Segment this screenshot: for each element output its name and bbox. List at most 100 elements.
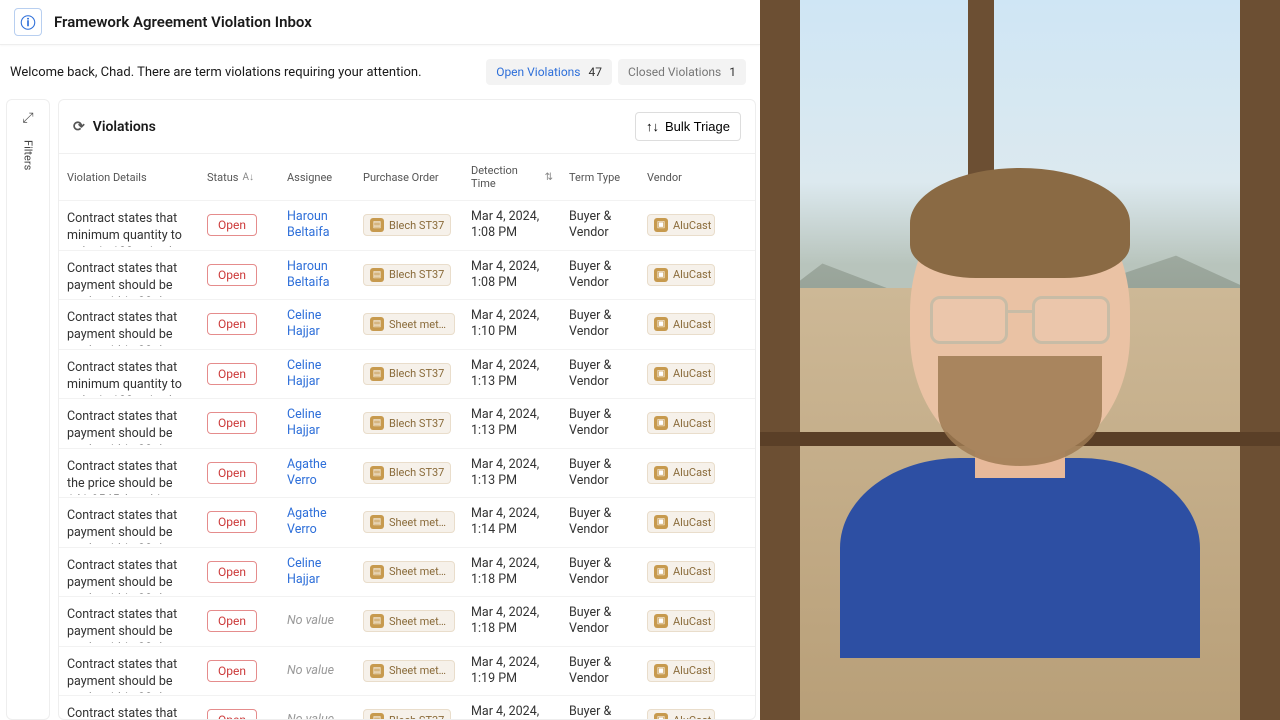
header-bar: ⓘ Framework Agreement Violation Inbox (0, 0, 760, 45)
vendor-chip[interactable]: ▣AluCast (647, 610, 715, 632)
status-badge[interactable]: Open (207, 660, 257, 682)
webcam-panel (760, 0, 1280, 720)
status-badge[interactable]: Open (207, 214, 257, 236)
document-icon: ▤ (370, 664, 384, 678)
col-po[interactable]: Purchase Order (355, 161, 463, 194)
vendor-icon: ▣ (654, 515, 668, 529)
bulk-triage-label: Bulk Triage (665, 119, 730, 134)
vendor-chip[interactable]: ▣AluCast (647, 660, 715, 682)
vendor-chip[interactable]: ▣AluCast (647, 412, 715, 434)
refresh-icon[interactable]: ⟳ (73, 119, 85, 135)
body-area: ⤢ Filters ⟳ Violations ↑↓ Bulk Triage Vi… (0, 99, 760, 720)
status-badge[interactable]: Open (207, 561, 257, 583)
col-vendor[interactable]: Vendor (639, 161, 723, 194)
term-type: Buyer & Vendor (561, 647, 639, 696)
vendor-chip[interactable]: ▣AluCast (647, 264, 715, 286)
vendor-chip[interactable]: ▣AluCast (647, 561, 715, 583)
expand-icon[interactable]: ⤢ (22, 110, 33, 126)
violation-details: Contract states that the price should be… (59, 451, 199, 495)
vendor-cell: ▣AluCast (639, 206, 723, 244)
po-chip[interactable]: ▤Sheet metal S... (363, 660, 455, 682)
assignee-link[interactable]: Agathe Verro (279, 449, 355, 498)
table-row[interactable]: Contract states that the price should be… (59, 449, 755, 499)
po-chip[interactable]: ▤Blech ST37 (363, 462, 451, 484)
filters-rail[interactable]: ⤢ Filters (6, 99, 50, 720)
status-badge[interactable]: Open (207, 363, 257, 385)
table-row[interactable]: Contract states that payment should be m… (59, 548, 755, 598)
vendor-cell: ▣AluCast (639, 553, 723, 591)
vendor-cell: ▣AluCast (639, 454, 723, 492)
table-row[interactable]: Contract states that minimum quantity to… (59, 201, 755, 251)
col-status[interactable]: Status A↓ (199, 161, 279, 194)
vendor-chip[interactable]: ▣AluCast (647, 214, 715, 236)
bulk-triage-button[interactable]: ↑↓ Bulk Triage (635, 112, 741, 141)
assignee-link[interactable]: Celine Hajjar (279, 399, 355, 448)
closed-violations-pill[interactable]: Closed Violations 1 (618, 59, 746, 85)
status-badge[interactable]: Open (207, 412, 257, 434)
table-row[interactable]: Contract states that payment should be m… (59, 498, 755, 548)
violation-details: Contract states that payment should be m… (59, 599, 199, 643)
status-badge[interactable]: Open (207, 511, 257, 533)
document-icon: ▤ (370, 466, 384, 480)
term-type: Buyer & Vendor (561, 201, 639, 250)
open-violations-pill[interactable]: Open Violations 47 (486, 59, 612, 85)
col-detection[interactable]: Detection Time ⇅ (463, 154, 561, 200)
status-badge[interactable]: Open (207, 462, 257, 484)
term-type: Buyer & Vendor (561, 696, 639, 719)
vendor-icon: ▣ (654, 466, 668, 480)
sort-arrows-icon: ↑↓ (646, 119, 659, 134)
col-details[interactable]: Violation Details (59, 161, 199, 194)
status-badge[interactable]: Open (207, 313, 257, 335)
assignee-link[interactable]: Haroun Beltaifa (279, 201, 355, 250)
po-chip[interactable]: ▤Blech ST37 (363, 214, 451, 236)
assignee-link[interactable]: Haroun Beltaifa (279, 251, 355, 300)
po-chip[interactable]: ▤Blech ST37 (363, 363, 451, 385)
detection-time: Mar 4, 2024, 1:19 PM (463, 647, 561, 696)
detection-time: Mar 4, 2024, 1:10 PM (463, 300, 561, 349)
table-row[interactable]: Contract states that payment should be m… (59, 399, 755, 449)
status-badge[interactable]: Open (207, 610, 257, 632)
term-type: Buyer & Vendor (561, 498, 639, 547)
document-icon: ▤ (370, 565, 384, 579)
table-row[interactable]: Contract states that minimum quantity to… (59, 350, 755, 400)
page-title: Framework Agreement Violation Inbox (54, 13, 312, 31)
col-term[interactable]: Term Type (561, 161, 639, 194)
detection-time: Mar 4, 2024, 1:13 PM (463, 399, 561, 448)
status-badge[interactable]: Open (207, 709, 257, 719)
po-chip[interactable]: ▤Blech ST37 (363, 709, 451, 719)
po-chip[interactable]: ▤Blech ST37 (363, 264, 451, 286)
vendor-chip[interactable]: ▣AluCast (647, 511, 715, 533)
table-row[interactable]: Contract states that payment should be m… (59, 251, 755, 301)
assignee-link[interactable]: Celine Hajjar (279, 350, 355, 399)
po-chip[interactable]: ▤Sheet metal S... (363, 313, 455, 335)
table-row[interactable]: Contract states that minimum quantity to… (59, 696, 755, 719)
status-cell: Open (199, 355, 279, 393)
open-violations-label: Open Violations (496, 65, 580, 79)
closed-violations-label: Closed Violations (628, 65, 721, 79)
violation-details: Contract states that minimum quantity to… (59, 698, 199, 719)
app-panel: ⓘ Framework Agreement Violation Inbox We… (0, 0, 760, 720)
po-chip[interactable]: ▤Sheet metal S... (363, 511, 455, 533)
vendor-chip[interactable]: ▣AluCast (647, 462, 715, 484)
vendor-cell: ▣AluCast (639, 305, 723, 343)
col-assignee[interactable]: Assignee (279, 161, 355, 194)
assignee-link[interactable]: Celine Hajjar (279, 300, 355, 349)
assignee-link[interactable]: Agathe Verro (279, 498, 355, 547)
status-badge[interactable]: Open (207, 264, 257, 286)
table-row[interactable]: Contract states that payment should be m… (59, 597, 755, 647)
assignee-link[interactable]: Celine Hajjar (279, 548, 355, 597)
vendor-chip[interactable]: ▣AluCast (647, 363, 715, 385)
po-chip[interactable]: ▤Sheet metal S... (363, 561, 455, 583)
detection-time: Mar 4, 2024, 1:08 PM (463, 251, 561, 300)
vendor-cell: ▣AluCast (639, 355, 723, 393)
table-row[interactable]: Contract states that payment should be m… (59, 647, 755, 697)
po-chip[interactable]: ▤Sheet metal S... (363, 610, 455, 632)
po-chip[interactable]: ▤Blech ST37 (363, 412, 451, 434)
violation-details: Contract states that payment should be m… (59, 500, 199, 544)
vendor-chip[interactable]: ▣AluCast (647, 313, 715, 335)
violations-panel: ⟳ Violations ↑↓ Bulk Triage Violation De… (58, 99, 756, 720)
detection-time: Mar 4, 2024, 1:13 PM (463, 449, 561, 498)
violation-details: Contract states that payment should be m… (59, 649, 199, 693)
vendor-chip[interactable]: ▣AluCast (647, 709, 715, 719)
table-row[interactable]: Contract states that payment should be m… (59, 300, 755, 350)
